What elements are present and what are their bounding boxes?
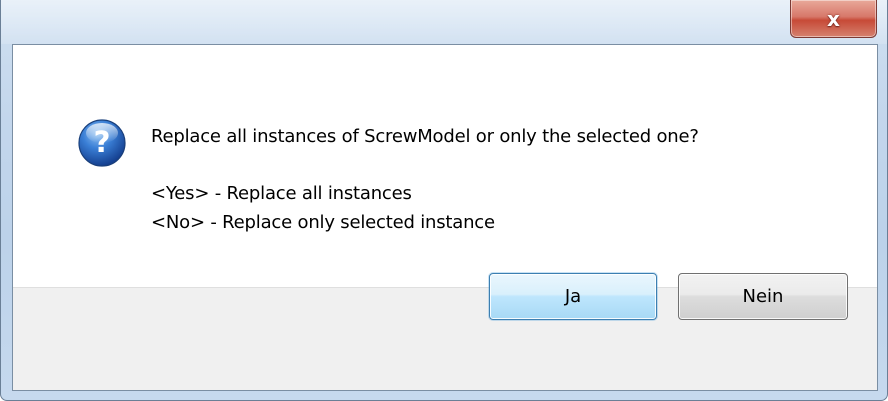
dialog-content: ? Replace all instances of ScrewModel or… (12, 44, 878, 391)
question-icon: ? (78, 119, 126, 167)
yes-button[interactable]: Ja (489, 273, 657, 320)
close-icon: x (827, 6, 840, 31)
dialog-window-frame: x ? Replace all instances of ScrewModel … (0, 0, 888, 401)
close-button[interactable]: x (790, 0, 877, 38)
dialog-question-text: Replace all instances of ScrewModel or o… (151, 126, 699, 147)
question-glyph: ? (94, 125, 111, 159)
dialog-option-no-text: <No> - Replace only selected instance (151, 212, 495, 233)
no-button[interactable]: Nein (678, 273, 848, 320)
dialog-option-yes-text: <Yes> - Replace all instances (151, 183, 412, 204)
title-bar (1, 0, 887, 44)
